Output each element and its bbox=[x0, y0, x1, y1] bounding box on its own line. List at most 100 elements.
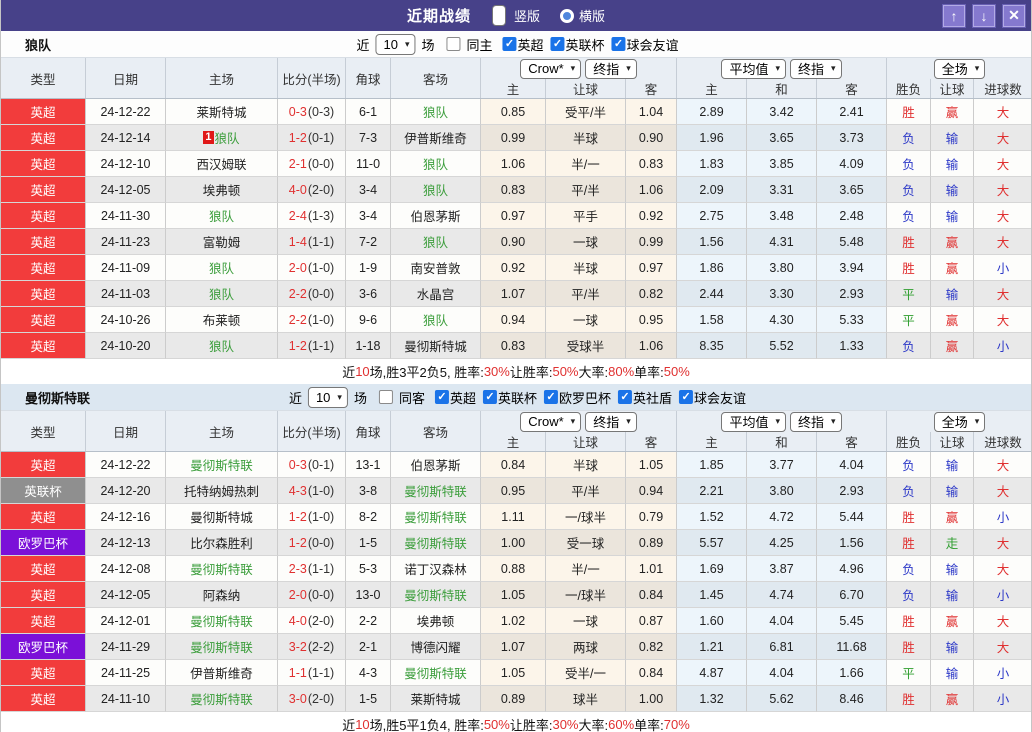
away-team-cell: 曼彻斯特城 bbox=[391, 333, 481, 359]
home-team-cell: 阿森纳 bbox=[166, 582, 278, 608]
avg-home-cell: 2.44 bbox=[677, 281, 747, 307]
subcol-goals-result: 进球数 bbox=[974, 79, 1032, 98]
avg-away-cell: 3.73 bbox=[817, 125, 887, 151]
avg-draw-cell: 3.48 bbox=[747, 203, 817, 229]
table-body: 英超 24-12-22 莱斯特城 0-3(0-3) 6-1 狼队 0.85 受平… bbox=[1, 99, 1031, 359]
league-checkbox[interactable] bbox=[435, 390, 449, 404]
subcol-odds-home: 主 bbox=[481, 432, 546, 451]
avg-home-cell: 4.87 bbox=[677, 660, 747, 686]
league-label: 英超 bbox=[450, 388, 476, 407]
avg-away-cell: 2.93 bbox=[817, 281, 887, 307]
away-team-cell: 南安普敦 bbox=[391, 255, 481, 281]
scope-select[interactable]: 全场▾ bbox=[934, 59, 986, 79]
summary-segment: 单率: bbox=[634, 715, 664, 732]
avg-home-cell: 1.86 bbox=[677, 255, 747, 281]
move-up-button[interactable]: ↑ bbox=[942, 4, 966, 28]
league-label: 英联杯 bbox=[566, 35, 605, 54]
horizontal-radio[interactable] bbox=[560, 9, 574, 23]
league-label: 欧罗巴杯 bbox=[559, 388, 611, 407]
avg-draw-cell: 4.74 bbox=[747, 582, 817, 608]
date-cell: 24-10-26 bbox=[86, 307, 166, 333]
avg-draw-cell: 3.31 bbox=[747, 177, 817, 203]
summary-segment: 大率: bbox=[579, 362, 609, 381]
vertical-radio[interactable] bbox=[492, 5, 506, 26]
average-source-select[interactable]: 平均值▾ bbox=[721, 59, 786, 79]
league-badge: 英超 bbox=[1, 99, 85, 124]
fulltime-score: 4-3 bbox=[289, 484, 307, 498]
score-cell: 1-1(1-1) bbox=[278, 660, 346, 686]
same-venue-checkbox[interactable] bbox=[446, 37, 460, 51]
odds-source-select[interactable]: Crow*▾ bbox=[520, 412, 581, 432]
league-checkbox[interactable] bbox=[551, 37, 565, 51]
score-cell: 4-3(1-0) bbox=[278, 478, 346, 504]
fulltime-score: 4-0 bbox=[289, 183, 307, 197]
close-button[interactable]: ✕ bbox=[1002, 4, 1026, 28]
date-cell: 24-12-05 bbox=[86, 582, 166, 608]
odds-away-cell: 1.00 bbox=[626, 686, 677, 712]
odds-home-cell: 0.95 bbox=[481, 478, 546, 504]
col-header-score: 比分(半场) bbox=[278, 58, 346, 98]
goals-result-cell: 大 bbox=[974, 478, 1032, 504]
odds-away-cell: 0.95 bbox=[626, 307, 677, 333]
league-checkbox[interactable] bbox=[483, 390, 497, 404]
avg-draw-cell: 4.31 bbox=[747, 229, 817, 255]
move-down-button[interactable]: ↓ bbox=[972, 4, 996, 28]
date-cell: 24-11-30 bbox=[86, 203, 166, 229]
match-row: 英联杯 24-12-20 托特纳姆热刺 4-3(1-0) 3-8 曼彻斯特联 0… bbox=[1, 478, 1031, 504]
summary-segment: 近 bbox=[342, 715, 355, 732]
league-badge: 英超 bbox=[1, 608, 85, 633]
odds-stage-select[interactable]: 终指▾ bbox=[585, 59, 637, 79]
avg-draw-cell: 4.04 bbox=[747, 608, 817, 634]
sections-host: 狼队 近 10▾ 场 同主 英超英联杯球会友谊 类型 日期 主场 比分(半场) … bbox=[1, 31, 1031, 732]
odds-home-cell: 0.99 bbox=[481, 125, 546, 151]
odds-source-select[interactable]: Crow*▾ bbox=[520, 59, 581, 79]
date-cell: 24-11-29 bbox=[86, 634, 166, 660]
league-checkbox[interactable] bbox=[503, 37, 517, 51]
subcol-avg-away: 客 bbox=[817, 79, 887, 98]
home-team-cell: 曼彻斯特联 bbox=[166, 608, 278, 634]
odds-away-cell: 0.92 bbox=[626, 203, 677, 229]
date-cell: 24-12-16 bbox=[86, 504, 166, 530]
odds-handicap-cell: 半/一 bbox=[546, 151, 626, 177]
handicap-result-cell: 输 bbox=[931, 177, 974, 203]
goals-result-cell: 小 bbox=[974, 660, 1032, 686]
avg-home-cell: 1.45 bbox=[677, 582, 747, 608]
league-checkbox[interactable] bbox=[679, 390, 693, 404]
scope-select[interactable]: 全场▾ bbox=[934, 412, 986, 432]
recent-count-select[interactable]: 10▾ bbox=[308, 387, 348, 408]
summary-segment: 50% bbox=[664, 364, 690, 379]
fulltime-score: 1-2 bbox=[289, 510, 307, 524]
corner-cell: 1-18 bbox=[346, 333, 391, 359]
avg-home-cell: 2.09 bbox=[677, 177, 747, 203]
summary-line: 近10场,胜3平2负5, 胜率:30% 让胜率:50% 大率:80% 单率:50… bbox=[1, 359, 1031, 384]
halftime-score: (1-0) bbox=[308, 484, 334, 498]
goals-result-cell: 大 bbox=[974, 151, 1032, 177]
col-header-corner: 角球 bbox=[346, 411, 391, 451]
subcol-avg-draw: 和 bbox=[747, 432, 817, 451]
dropdown-arrow-icon: ▾ bbox=[975, 63, 980, 74]
league-badge: 英超 bbox=[1, 582, 85, 607]
handicap-result-cell: 输 bbox=[931, 281, 974, 307]
result-cell: 负 bbox=[887, 333, 931, 359]
goals-result-cell: 大 bbox=[974, 452, 1032, 478]
league-filters: 英超英联杯欧罗巴杯英社盾球会友谊 bbox=[428, 388, 746, 407]
average-stage-select[interactable]: 终指▾ bbox=[790, 59, 842, 79]
halftime-score: (0-0) bbox=[308, 536, 334, 550]
avg-away-cell: 2.93 bbox=[817, 478, 887, 504]
league-checkbox[interactable] bbox=[612, 37, 626, 51]
avg-home-cell: 1.85 bbox=[677, 452, 747, 478]
date-cell: 24-12-22 bbox=[86, 99, 166, 125]
league-badge-cell: 英超 bbox=[1, 255, 86, 281]
average-stage-select[interactable]: 终指▾ bbox=[790, 412, 842, 432]
odds-handicap-cell: 球半 bbox=[546, 686, 626, 712]
window-title: 近期战绩 bbox=[407, 5, 471, 26]
same-venue-checkbox[interactable] bbox=[379, 390, 393, 404]
avg-home-cell: 8.35 bbox=[677, 333, 747, 359]
odds-stage-select[interactable]: 终指▾ bbox=[585, 412, 637, 432]
average-source-select[interactable]: 平均值▾ bbox=[721, 412, 786, 432]
recent-count-select[interactable]: 10▾ bbox=[375, 34, 415, 55]
league-checkbox[interactable] bbox=[544, 390, 558, 404]
handicap-result-cell: 赢 bbox=[931, 504, 974, 530]
col-header-home: 主场 bbox=[166, 58, 278, 98]
league-checkbox[interactable] bbox=[618, 390, 632, 404]
